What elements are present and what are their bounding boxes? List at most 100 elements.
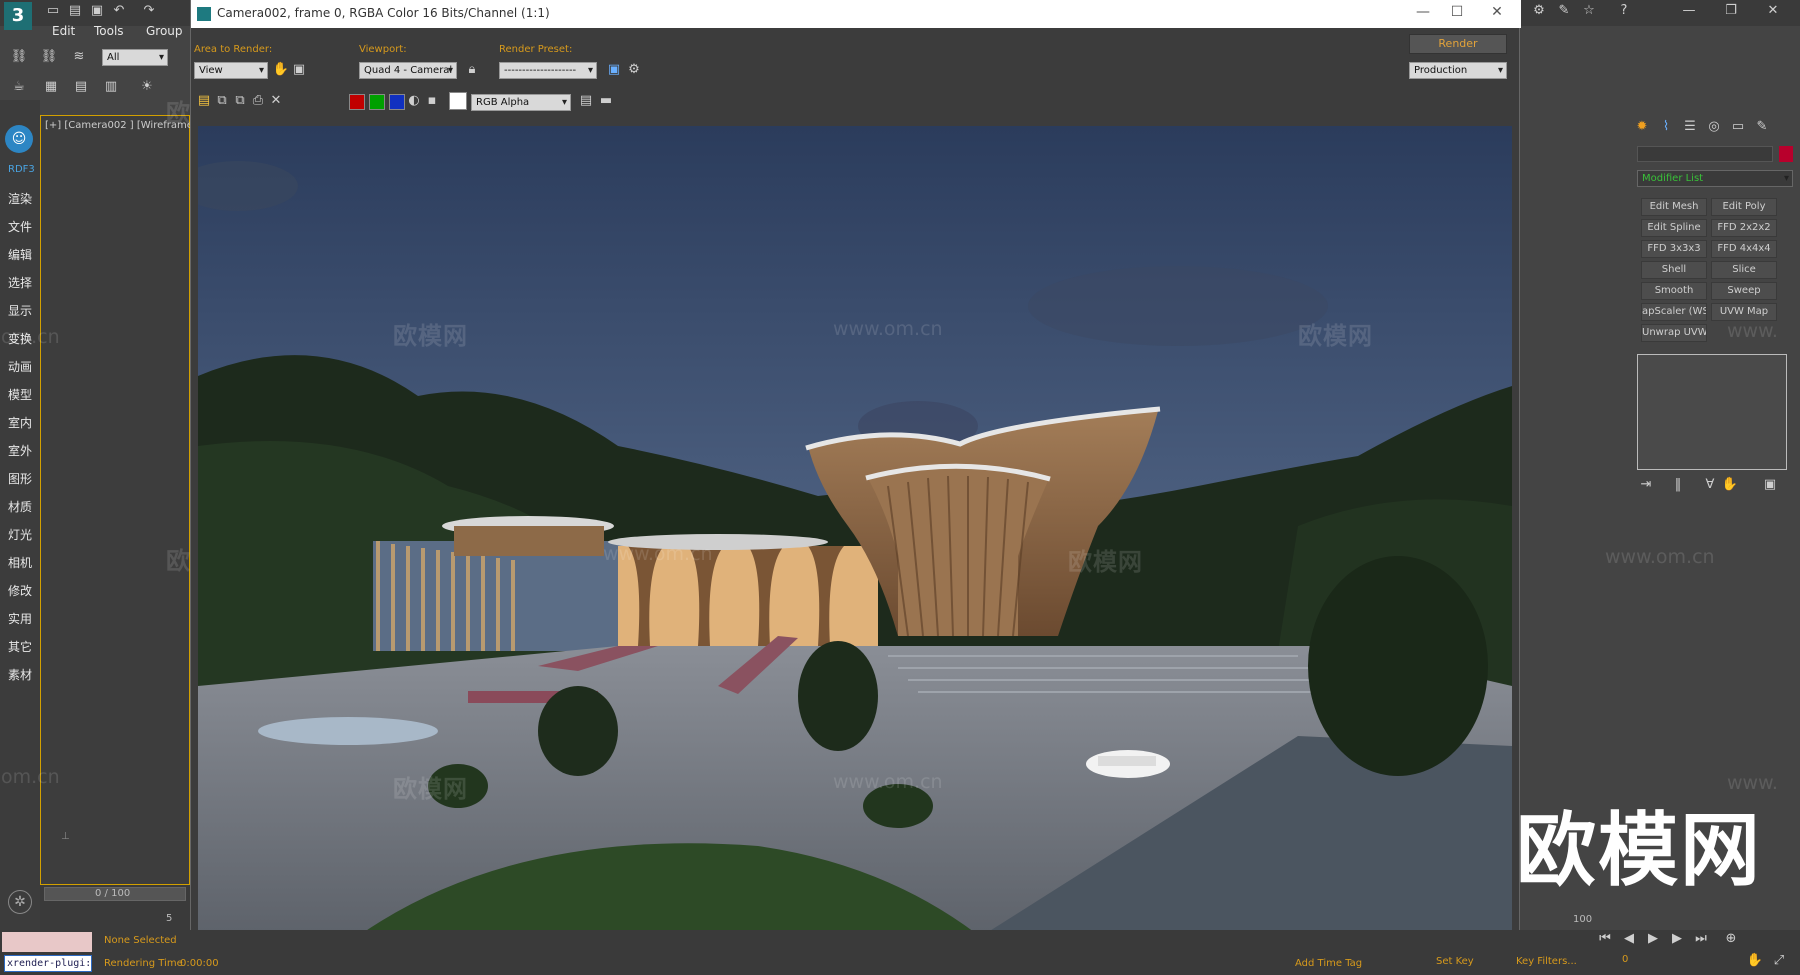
edit-region-icon[interactable]: ✋ xyxy=(272,61,290,79)
cmd-interior[interactable]: 室内 xyxy=(8,414,32,431)
star-icon[interactable]: ☆ xyxy=(1580,2,1598,20)
settings-gear-icon[interactable]: ✲ xyxy=(8,890,32,914)
wrench-icon[interactable]: ⚙ xyxy=(1530,2,1548,20)
bind-space-warp-icon[interactable]: ≋ xyxy=(70,48,88,66)
modifier-button[interactable]: FFD 3x3x3 xyxy=(1641,240,1707,258)
script-input-field[interactable]: xrender-plugi: xyxy=(4,955,92,972)
make-unique-icon[interactable]: ∀ xyxy=(1701,476,1719,494)
copy-image-icon[interactable]: ⧉ xyxy=(213,92,231,110)
cmd-material[interactable]: 材质 xyxy=(8,498,32,515)
modifier-button[interactable]: Edit Spline xyxy=(1641,219,1707,237)
modifier-button[interactable]: UVW Map xyxy=(1711,303,1777,321)
selection-filter-dropdown[interactable]: All xyxy=(102,49,168,66)
environment-effects-icon[interactable]: ⚙ xyxy=(625,61,643,79)
hierarchy-tab-icon[interactable]: ☰ xyxy=(1681,118,1699,136)
help-icon[interactable]: ? xyxy=(1615,2,1633,20)
cmd-shapes[interactable]: 图形 xyxy=(8,470,32,487)
go-to-end-icon[interactable]: ⏭ xyxy=(1692,930,1710,948)
render-setup-icon[interactable]: ▣ xyxy=(605,61,623,79)
modifier-button[interactable]: Edit Poly xyxy=(1711,198,1777,216)
script-listener-mini[interactable] xyxy=(2,932,92,952)
zoom-icon[interactable]: ⊕ xyxy=(1722,930,1740,948)
color-swatch[interactable] xyxy=(449,92,467,110)
modifier-button[interactable]: Unwrap UVW xyxy=(1641,324,1707,342)
modifier-button[interactable]: apScaler (WSM xyxy=(1641,303,1707,321)
cmd-render[interactable]: 渲染 xyxy=(8,190,32,207)
avatar[interactable]: ☺ xyxy=(5,125,33,153)
play-icon[interactable]: ▶ xyxy=(1644,930,1662,948)
render-button[interactable]: Render xyxy=(1409,34,1507,54)
time-slider[interactable]: 0 / 100 xyxy=(44,887,186,901)
open-file-icon[interactable]: ▤ xyxy=(66,2,84,20)
modifier-list-dropdown[interactable]: Modifier List xyxy=(1637,170,1793,187)
add-time-tag-button[interactable]: Add Time Tag xyxy=(1295,958,1362,969)
tools-icon[interactable]: ✎ xyxy=(1555,2,1573,20)
close-icon[interactable]: ✕ xyxy=(1477,4,1517,24)
cmd-other[interactable]: 其它 xyxy=(8,638,32,655)
set-key-button[interactable]: Set Key xyxy=(1436,956,1474,967)
cmd-display[interactable]: 显示 xyxy=(8,302,32,319)
cmd-lights[interactable]: 灯光 xyxy=(8,526,32,543)
lock-icon[interactable]: 🔒︎ xyxy=(463,61,481,79)
prev-frame-icon[interactable]: ◀ xyxy=(1620,930,1638,948)
cmd-edit[interactable]: 编辑 xyxy=(8,246,32,263)
rendered-frame-icon[interactable]: ▤ xyxy=(72,78,90,96)
modifier-button[interactable]: Sweep xyxy=(1711,282,1777,300)
current-frame-field[interactable]: 0 xyxy=(1618,954,1678,970)
modifier-stack[interactable] xyxy=(1637,354,1787,470)
render-preset-dropdown[interactable]: -------------------- xyxy=(499,62,597,79)
new-file-icon[interactable]: ▭ xyxy=(44,2,62,20)
app-minimize-icon[interactable]: — xyxy=(1680,2,1698,20)
cmd-exterior[interactable]: 室外 xyxy=(8,442,32,459)
cmd-camera[interactable]: 相机 xyxy=(8,554,32,571)
modifier-button[interactable]: FFD 2x2x2 xyxy=(1711,219,1777,237)
viewport-dropdown[interactable]: Quad 4 - Cameral xyxy=(359,62,457,79)
maximize-viewport-icon[interactable]: ⤢ xyxy=(1770,952,1788,970)
next-frame-icon[interactable]: ▶ xyxy=(1668,930,1686,948)
modifier-button[interactable]: Slice xyxy=(1711,261,1777,279)
configure-sets-icon[interactable]: ▣ xyxy=(1761,476,1779,494)
show-end-result-icon[interactable]: ‖ xyxy=(1669,476,1687,494)
area-to-render-dropdown[interactable]: View xyxy=(194,62,268,79)
cmd-model[interactable]: 模型 xyxy=(8,386,32,403)
rendered-image[interactable]: 欧模网 www.om.cn 欧模网 欧模网 www.om.cn 欧模网 www.… xyxy=(198,126,1512,951)
light-icon[interactable]: ☀ xyxy=(138,78,156,96)
cmd-modify[interactable]: 修改 xyxy=(8,582,32,599)
cmd-select[interactable]: 选择 xyxy=(8,274,32,291)
motion-tab-icon[interactable]: ◎ xyxy=(1705,118,1723,136)
production-dropdown[interactable]: Production xyxy=(1409,62,1507,79)
app-restore-icon[interactable]: ❐ xyxy=(1722,2,1740,20)
undo-icon[interactable]: ↶ xyxy=(110,2,128,20)
clone-frame-icon[interactable]: ⧉ xyxy=(231,92,249,110)
render-setup-icon[interactable]: ▦ xyxy=(42,78,60,96)
render-production-icon[interactable]: ▥ xyxy=(102,78,120,96)
save-image-icon[interactable]: ▤ xyxy=(195,92,213,110)
modifier-button[interactable]: Shell xyxy=(1641,261,1707,279)
redo-icon[interactable]: ↷ xyxy=(140,2,158,20)
create-tab-icon[interactable]: ✹ xyxy=(1633,118,1651,136)
print-image-icon[interactable]: ⎙ xyxy=(249,92,267,110)
auto-region-icon[interactable]: ▣ xyxy=(290,61,308,79)
pin-stack-icon[interactable]: ⇥ xyxy=(1637,476,1655,494)
render-frame-window[interactable]: Camera002, frame 0, RGBA Color 16 Bits/C… xyxy=(190,0,1521,975)
utilities-tab-icon[interactable]: ✎ xyxy=(1753,118,1771,136)
clear-icon[interactable]: ✕ xyxy=(267,92,285,110)
link-icon[interactable]: ⛓ xyxy=(10,48,28,66)
render-window-titlebar[interactable]: Camera002, frame 0, RGBA Color 16 Bits/C… xyxy=(191,0,1521,28)
menu-edit[interactable]: Edit xyxy=(52,24,75,38)
toggle-ui-icon[interactable]: ▬ xyxy=(597,92,615,110)
cmd-file[interactable]: 文件 xyxy=(8,218,32,235)
cmd-animation[interactable]: 动画 xyxy=(8,358,32,375)
modifier-button[interactable]: Smooth xyxy=(1641,282,1707,300)
red-channel-toggle[interactable] xyxy=(349,94,365,110)
pan-icon[interactable]: ✋ xyxy=(1746,952,1764,970)
unlink-icon[interactable]: ⛓ xyxy=(40,48,58,66)
object-name-field[interactable] xyxy=(1637,146,1773,162)
alpha-channel-icon[interactable]: ◐ xyxy=(405,92,423,110)
channel-display-dropdown[interactable]: RGB Alpha xyxy=(471,94,571,111)
monochrome-icon[interactable]: ▪ xyxy=(423,92,441,110)
object-color-swatch[interactable] xyxy=(1779,146,1793,162)
menu-group[interactable]: Group xyxy=(146,24,183,38)
key-filters-button[interactable]: Key Filters... xyxy=(1516,956,1577,967)
maximize-icon[interactable]: ☐ xyxy=(1437,4,1477,24)
